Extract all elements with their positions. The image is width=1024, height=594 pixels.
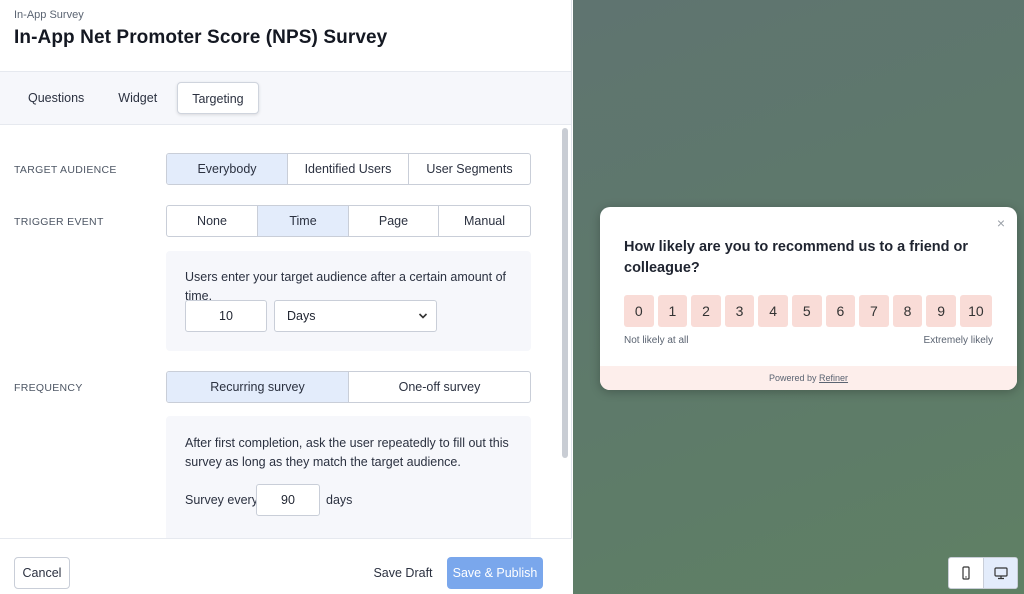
frequency-selector: Recurring survey One-off survey [166, 371, 531, 403]
audience-everybody-button[interactable]: Everybody [167, 154, 288, 184]
target-audience-label: TARGET AUDIENCE [14, 164, 117, 176]
nps-score-7[interactable]: 7 [859, 295, 889, 327]
target-audience-selector: Everybody Identified Users User Segments [166, 153, 531, 185]
chevron-down-icon [418, 301, 428, 343]
page-title: In-App Net Promoter Score (NPS) Survey [14, 27, 388, 48]
nps-scale: 0 1 2 3 4 5 6 7 8 9 10 [624, 295, 992, 327]
nps-score-4[interactable]: 4 [758, 295, 788, 327]
save-draft-button[interactable]: Save Draft [368, 557, 438, 589]
survey-every-suffix: days [326, 493, 353, 507]
save-publish-button[interactable]: Save & Publish [447, 557, 543, 589]
survey-question: How likely are you to recommend us to a … [624, 237, 994, 279]
desktop-preview-button[interactable] [983, 558, 1017, 588]
trigger-time-button[interactable]: Time [258, 206, 349, 236]
trigger-amount-input[interactable]: 10 [185, 300, 267, 332]
trigger-none-button[interactable]: None [167, 206, 258, 236]
editor-panel: In-App Survey In-App Net Promoter Score … [0, 0, 572, 594]
frequency-description-line2: survey as long as they match the target … [185, 455, 461, 469]
trigger-unit-value: Days [287, 309, 316, 323]
trigger-page-button[interactable]: Page [349, 206, 439, 236]
tab-questions[interactable]: Questions [14, 82, 98, 114]
trigger-event-selector: None Time Page Manual [166, 205, 531, 237]
frequency-one-off-button[interactable]: One-off survey [349, 372, 530, 402]
survey-every-prefix: Survey every [185, 493, 258, 507]
audience-identified-users-button[interactable]: Identified Users [288, 154, 409, 184]
tab-bar: Questions Widget Targeting [0, 72, 571, 125]
frequency-label: FREQUENCY [14, 382, 83, 394]
device-toggle [948, 557, 1018, 589]
nps-score-5[interactable]: 5 [791, 295, 822, 327]
nps-score-9[interactable]: 9 [926, 295, 956, 327]
scale-high-label: Extremely likely [923, 335, 993, 346]
breadcrumb[interactable]: In-App Survey [14, 9, 557, 21]
nps-score-1[interactable]: 1 [657, 295, 688, 327]
close-icon[interactable]: × [997, 215, 1005, 231]
trigger-unit-select[interactable]: Days [274, 300, 437, 332]
scrollbar[interactable] [562, 128, 568, 458]
trigger-manual-button[interactable]: Manual [439, 206, 530, 236]
survey-question-line1: How likely are you to recommend us to a … [624, 239, 969, 255]
survey-widget-preview: × How likely are you to recommend us to … [600, 207, 1017, 390]
tab-widget[interactable]: Widget [104, 82, 171, 114]
nps-score-2[interactable]: 2 [691, 295, 721, 327]
cancel-button[interactable]: Cancel [14, 557, 70, 589]
nps-score-0[interactable]: 0 [624, 295, 654, 327]
mobile-preview-button[interactable] [949, 558, 983, 588]
targeting-settings: TARGET AUDIENCE Everybody Identified Use… [0, 126, 572, 538]
frequency-recurring-button[interactable]: Recurring survey [167, 372, 349, 402]
trigger-event-label: TRIGGER EVENT [14, 216, 104, 228]
survey-every-input[interactable]: 90 [256, 484, 320, 516]
powered-by-text: Powered by [768, 373, 817, 383]
page-header: In-App Survey In-App Net Promoter Score … [0, 0, 571, 72]
nps-score-10[interactable]: 10 [959, 295, 992, 327]
nps-score-3[interactable]: 3 [724, 295, 755, 327]
frequency-settings: After first completion, ask the user rep… [166, 416, 531, 538]
survey-question-line2: colleague? [624, 260, 700, 276]
desktop-icon [993, 567, 1008, 580]
tab-targeting[interactable]: Targeting [177, 82, 259, 114]
scale-low-label: Not likely at all [624, 335, 689, 346]
audience-user-segments-button[interactable]: User Segments [409, 154, 530, 184]
refiner-link[interactable]: Refiner [819, 373, 848, 383]
nps-score-8[interactable]: 8 [892, 295, 923, 327]
powered-by-footer: Powered by Refiner [600, 366, 1017, 390]
nps-score-6[interactable]: 6 [825, 295, 856, 327]
trigger-time-settings: Users enter your target audience after a… [166, 251, 531, 351]
frequency-description-line1: After first completion, ask the user rep… [185, 436, 509, 450]
mobile-icon [962, 566, 970, 580]
preview-area: × How likely are you to recommend us to … [573, 0, 1024, 594]
action-footer: Cancel Save Draft Save & Publish [0, 538, 572, 594]
